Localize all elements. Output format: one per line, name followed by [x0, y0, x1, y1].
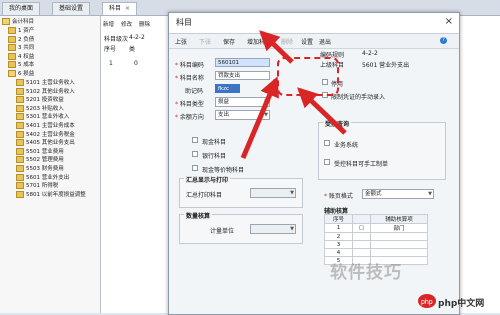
svg-text:php: php — [421, 299, 433, 306]
php-logo-text: php中文网 — [438, 299, 485, 309]
arrow-to-code-field — [297, 87, 347, 135]
annotation-arrows — [240, 30, 347, 159]
arrow-to-toolbar — [259, 30, 294, 64]
watermark-text: 软件技巧 — [330, 263, 402, 283]
php-logo: php php中文网 — [418, 292, 488, 310]
arrow-to-name-field — [240, 76, 279, 159]
